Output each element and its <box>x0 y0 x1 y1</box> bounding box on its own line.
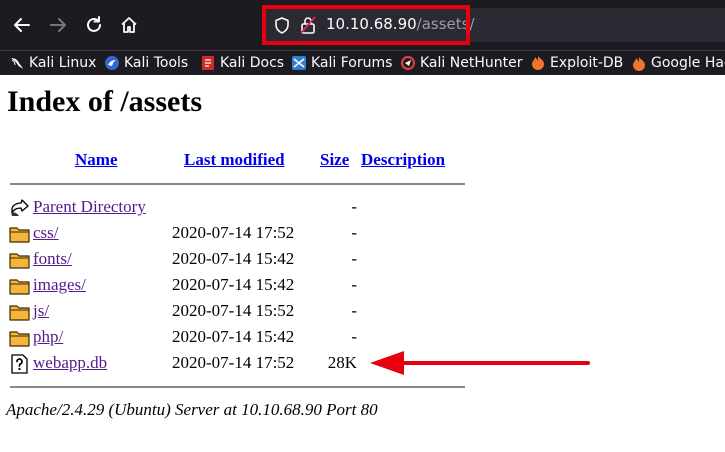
table-row: css/ 2020-07-14 17:52 - <box>0 222 725 246</box>
file-size: - <box>351 327 357 346</box>
kali-dragon-icon <box>11 58 23 69</box>
bookmark-kali-linux[interactable]: Kali Linux <box>9 53 96 73</box>
file-size: - <box>351 197 357 216</box>
back-folder-icon <box>11 199 29 216</box>
file-size: - <box>351 223 357 242</box>
file-size: - <box>351 249 357 268</box>
browser-toolbar: 10.10.68.90/assets/ <box>0 0 725 50</box>
forward-arrow-icon <box>50 18 66 32</box>
folder-icon <box>9 331 30 347</box>
bookmark-label: Kali NetHunter <box>420 55 523 71</box>
file-link[interactable]: php/ <box>33 327 63 347</box>
table-row: php/ 2020-07-14 15:42 - <box>0 326 725 350</box>
file-date: 2020-07-14 15:42 <box>172 249 295 268</box>
file-size: 28K <box>327 353 357 372</box>
bookmark-label: Exploit-DB <box>550 55 624 71</box>
url-highlight-box <box>262 5 470 45</box>
file-size: - <box>351 275 357 294</box>
table-row: webapp.db 2020-07-14 17:52 28K <box>0 352 725 376</box>
file-link[interactable]: Parent Directory <box>33 197 146 217</box>
directory-listing-page: Index of /assets Name Last modified Size… <box>0 75 725 452</box>
bookmark-kali-docs[interactable]: Kali Docs <box>200 53 284 73</box>
file-date: 2020-07-14 15:42 <box>172 275 295 294</box>
page-title: Index of /assets <box>7 85 203 118</box>
nethunter-icon <box>400 55 416 71</box>
sort-by-size-link[interactable]: Size <box>320 150 349 170</box>
file-link[interactable]: js/ <box>33 301 49 321</box>
server-signature: Apache/2.4.29 (Ubuntu) Server at 10.10.6… <box>6 400 378 419</box>
reload-button[interactable] <box>79 10 109 40</box>
file-link[interactable]: fonts/ <box>33 249 72 269</box>
folder-icon <box>9 253 30 269</box>
file-link[interactable]: webapp.db <box>33 353 107 373</box>
header-divider <box>10 183 465 185</box>
bookmark-label: Kali Linux <box>29 55 97 71</box>
sort-by-last-modified-link[interactable]: Last modified <box>184 150 285 170</box>
table-row: fonts/ 2020-07-14 15:42 - <box>0 248 725 272</box>
file-link[interactable]: images/ <box>33 275 86 295</box>
google-hacking-icon <box>633 57 645 71</box>
table-row: Parent Directory - <box>0 196 725 220</box>
file-date: 2020-07-14 15:52 <box>172 301 295 320</box>
forward-button[interactable] <box>43 10 73 40</box>
table-row: images/ 2020-07-14 15:42 - <box>0 274 725 298</box>
file-link[interactable]: css/ <box>33 223 59 243</box>
bookmark-label: Kali Tools <box>124 55 189 71</box>
file-date: 2020-07-14 15:42 <box>172 327 295 346</box>
annotation-arrow-icon <box>370 351 590 375</box>
bookmark-label: Google Hac <box>651 55 725 71</box>
folder-icon <box>9 305 30 321</box>
home-icon <box>121 17 137 33</box>
bookmark-kali-tools[interactable]: Kali Tools <box>104 53 188 73</box>
bookmark-kali-nethunter[interactable]: Kali NetHunter <box>400 53 522 73</box>
bookmark-google-hacking[interactable]: Google Hac <box>631 53 725 73</box>
folder-icon <box>9 227 30 243</box>
file-size: - <box>351 301 357 320</box>
reload-icon <box>87 16 101 32</box>
table-row: js/ 2020-07-14 15:52 - <box>0 300 725 324</box>
bookmark-exploit-db[interactable]: Exploit-DB <box>530 53 623 73</box>
file-date: 2020-07-14 17:52 <box>172 223 295 242</box>
unknown-file-icon <box>11 354 28 374</box>
bookmark-label: Kali Forums <box>311 55 393 71</box>
footer-divider <box>10 386 465 388</box>
kali-docs-icon <box>202 56 214 70</box>
kali-tools-icon <box>105 56 119 70</box>
bookmark-kali-forums[interactable]: Kali Forums <box>291 53 392 73</box>
back-button[interactable] <box>7 10 37 40</box>
bookmark-label: Kali Docs <box>220 55 285 71</box>
sort-by-name-link[interactable]: Name <box>75 150 117 170</box>
bookmarks-bar: Kali Linux Kali Tools Kali Docs Kali For… <box>0 50 725 75</box>
kali-forums-icon <box>292 56 306 70</box>
folder-icon <box>9 279 30 295</box>
file-date: 2020-07-14 17:52 <box>172 353 295 372</box>
exploit-db-icon <box>532 56 544 70</box>
back-arrow-icon <box>14 18 30 32</box>
sort-by-description-link[interactable]: Description <box>361 150 445 170</box>
home-button[interactable] <box>114 10 144 40</box>
